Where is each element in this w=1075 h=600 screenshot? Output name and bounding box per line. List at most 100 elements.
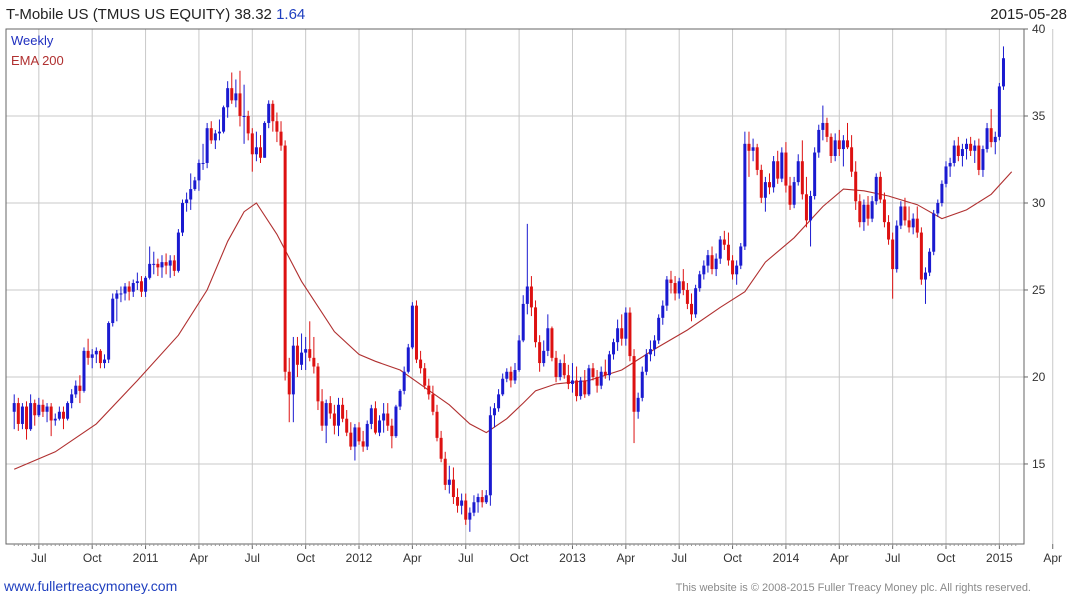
y-tick-label: 40 (1032, 22, 1046, 36)
y-axis: 15 20 25 30 35 40 (1024, 22, 1046, 471)
candle (341, 397, 345, 423)
candle-body (20, 406, 24, 424)
x-tick-label: Jul (31, 551, 46, 565)
candle-body (492, 408, 496, 416)
candle-body (406, 347, 410, 372)
candle-body (205, 128, 209, 163)
candle (312, 336, 316, 374)
x-tick-label: Oct (296, 551, 315, 565)
candle-body (181, 202, 185, 233)
candle (759, 164, 763, 203)
candle (127, 281, 131, 301)
candle (661, 300, 665, 325)
candle (887, 215, 891, 245)
candle (989, 109, 993, 148)
candle (591, 363, 595, 381)
candle (328, 396, 332, 419)
candle-body (858, 201, 862, 223)
candle (850, 135, 854, 177)
candle (513, 363, 517, 384)
candle (928, 248, 932, 277)
candle-body (948, 162, 952, 167)
candle (357, 422, 361, 445)
candle (570, 363, 574, 393)
candle (673, 276, 677, 301)
candle (308, 321, 312, 362)
candle (944, 161, 948, 188)
candle-body (813, 152, 817, 197)
candle (431, 385, 435, 416)
candle-body (312, 357, 316, 367)
candle (903, 197, 907, 226)
candle-body (193, 180, 197, 190)
candle (796, 154, 800, 186)
candle (152, 251, 156, 275)
candle (932, 209, 936, 256)
candle (521, 295, 525, 343)
candle-body (172, 260, 176, 271)
candle-body (316, 366, 320, 402)
candle-body (497, 394, 501, 409)
candle (464, 493, 468, 525)
candle (410, 302, 414, 350)
candle (33, 399, 37, 426)
candle (874, 173, 878, 205)
candle-body (176, 232, 180, 271)
candle-body (242, 115, 246, 117)
candle (139, 276, 143, 297)
candle (295, 336, 299, 377)
candle (189, 173, 193, 210)
candle (131, 279, 135, 297)
candle-body (936, 202, 940, 214)
candle-body (973, 145, 977, 151)
x-tick-label: 2015 (986, 551, 1013, 565)
candle (587, 364, 591, 397)
candle (657, 314, 661, 344)
candle-body (673, 283, 677, 294)
candle (156, 258, 160, 277)
candle (468, 507, 472, 532)
candle (37, 397, 41, 417)
candle (209, 121, 213, 144)
candle-body (616, 328, 620, 343)
candle-body (534, 307, 538, 343)
candle-body (644, 354, 648, 372)
candle-body (111, 298, 115, 324)
x-tick-label: Oct (83, 551, 102, 565)
site-link[interactable]: www.fullertreacymoney.com (4, 578, 177, 594)
candle (492, 403, 496, 428)
candle-body (33, 403, 37, 416)
candle (172, 255, 176, 277)
candle-body (517, 340, 521, 371)
candle-body (476, 497, 480, 503)
candle (242, 84, 246, 144)
candle (710, 246, 714, 275)
candle (382, 403, 386, 433)
candle-body (698, 274, 702, 289)
candle (841, 135, 845, 167)
candle (390, 418, 394, 449)
candle (690, 293, 694, 322)
candle-body (768, 182, 771, 188)
chart: T-Mobile US (TMUS US EQUITY) 38.32 1.64 … (0, 0, 1075, 600)
candle (369, 404, 373, 430)
candle-body (751, 147, 755, 151)
candle (817, 124, 821, 158)
candle-body (427, 385, 431, 395)
candle-body (45, 406, 49, 412)
candle (845, 122, 849, 150)
candle (74, 380, 78, 398)
candle-body (899, 206, 903, 226)
candle-body (554, 357, 558, 377)
candle-body (12, 403, 16, 412)
candle (878, 171, 882, 203)
candle-body (336, 404, 340, 426)
candle (763, 176, 767, 212)
legend-item: Weekly (11, 33, 54, 48)
candle (279, 121, 283, 151)
candle-body (341, 404, 345, 419)
candle-body (911, 218, 915, 228)
candle (103, 354, 107, 369)
candle-body (825, 122, 829, 137)
candle (755, 143, 759, 176)
